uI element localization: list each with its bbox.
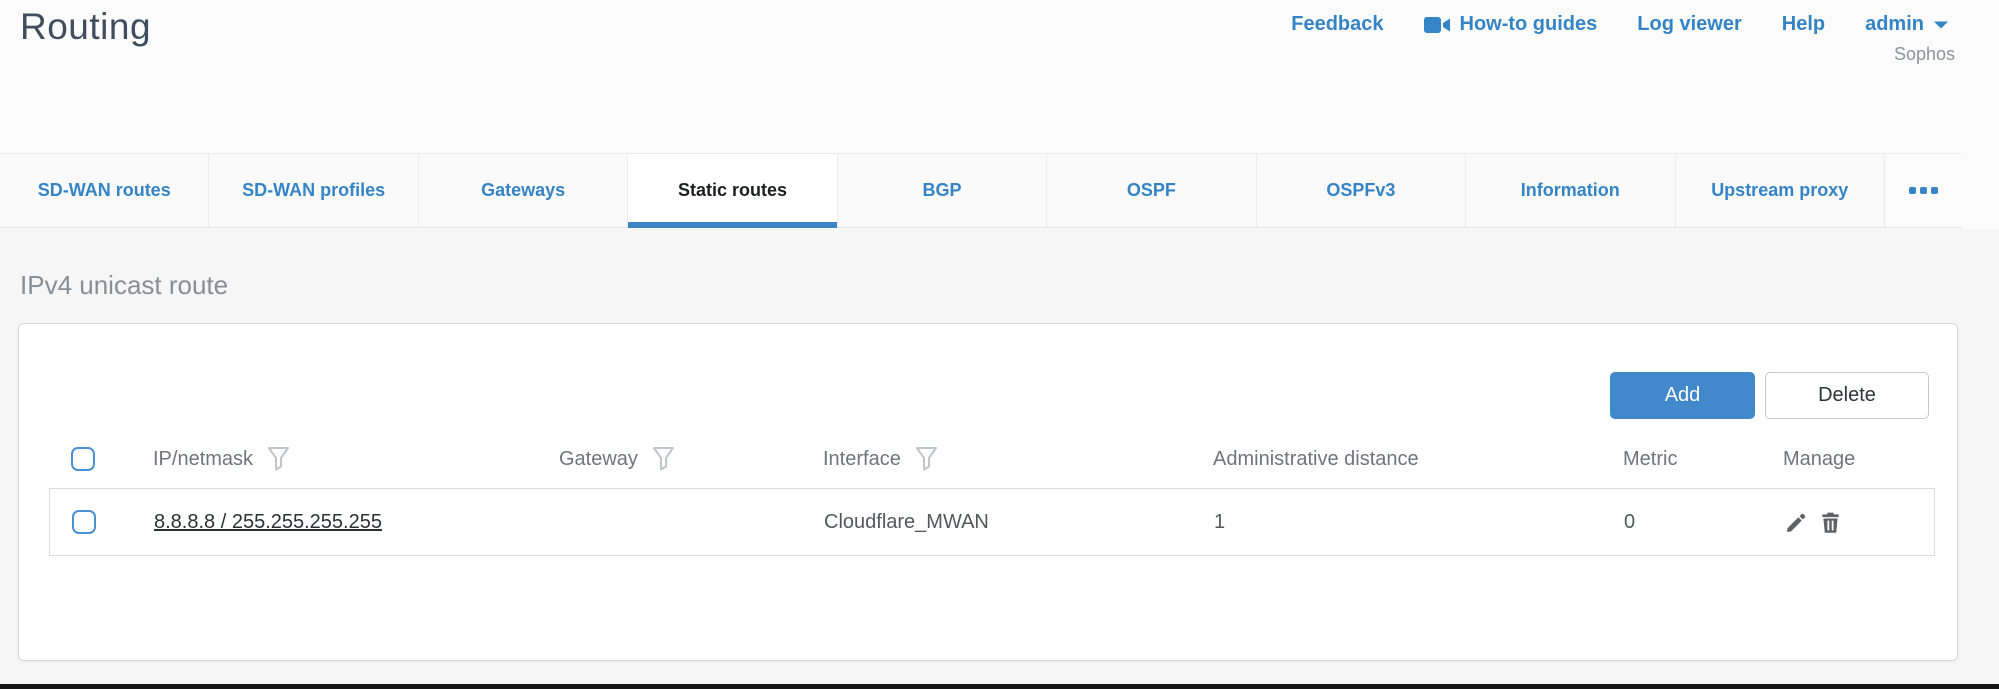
tab-static-routes[interactable]: Static routes: [628, 154, 837, 227]
table-header-row: IP/netmask Gateway Interface: [49, 431, 1935, 487]
filter-icon[interactable]: [652, 446, 675, 472]
help-label: Help: [1782, 13, 1825, 36]
log-viewer-link[interactable]: Log viewer: [1637, 13, 1741, 36]
more-tabs-icon: [1920, 187, 1927, 194]
tab-upstream-proxy[interactable]: Upstream proxy: [1676, 154, 1885, 227]
header-links: Feedback How-to guides Log viewer Help a…: [1291, 13, 1949, 36]
feedback-link-label: Feedback: [1291, 13, 1383, 36]
route-ip-netmask-link[interactable]: 8.8.8.8 / 255.255.255.255: [154, 511, 382, 533]
tab-bgp[interactable]: BGP: [838, 154, 1047, 227]
column-header-manage: Manage: [1783, 448, 1855, 471]
admin-menu-label: admin: [1865, 13, 1924, 36]
routing-tab-bar: SD-WAN routes SD-WAN profiles Gateways S…: [0, 153, 1962, 228]
route-administrative-distance-value: 1: [1214, 511, 1225, 533]
admin-user-menu[interactable]: admin: [1865, 13, 1949, 36]
delete-button[interactable]: Delete: [1765, 372, 1929, 419]
column-header-administrative-distance: Administrative distance: [1213, 448, 1419, 471]
column-header-metric: Metric: [1623, 448, 1677, 471]
page-title: Routing: [20, 6, 151, 48]
tab-sdwan-routes[interactable]: SD-WAN routes: [0, 154, 209, 227]
edit-pencil-icon[interactable]: [1784, 510, 1809, 535]
table-row: 8.8.8.8 / 255.255.255.255 Cloudflare_MWA…: [49, 488, 1935, 556]
how-to-guides-label: How-to guides: [1460, 13, 1598, 36]
help-link[interactable]: Help: [1782, 13, 1825, 36]
top-header: Routing Feedback How-to guides Log viewe…: [0, 0, 1999, 153]
tab-sdwan-profiles[interactable]: SD-WAN profiles: [209, 154, 418, 227]
panel-toolbar: Add Delete: [1610, 372, 1929, 419]
more-tabs-icon: [1909, 187, 1916, 194]
route-interface-value: Cloudflare_MWAN: [824, 511, 989, 533]
how-to-guides-link[interactable]: How-to guides: [1424, 13, 1598, 36]
tab-ospfv3[interactable]: OSPFv3: [1257, 154, 1466, 227]
tab-gateways[interactable]: Gateways: [419, 154, 628, 227]
select-all-checkbox[interactable]: [71, 447, 95, 471]
feedback-link[interactable]: Feedback: [1291, 13, 1383, 36]
video-camera-icon: [1424, 15, 1451, 35]
row-checkbox[interactable]: [72, 510, 96, 534]
filter-icon[interactable]: [915, 446, 938, 472]
column-header-interface: Interface: [823, 448, 901, 471]
caret-down-icon: [1933, 20, 1949, 30]
log-viewer-label: Log viewer: [1637, 13, 1741, 36]
more-tabs-button[interactable]: [1885, 154, 1962, 227]
column-header-gateway: Gateway: [559, 448, 638, 471]
window-bottom-edge: [0, 684, 1999, 689]
section-title: IPv4 unicast route: [20, 270, 228, 301]
ipv4-unicast-route-panel: Add Delete IP/netmask Gateway Interface: [18, 323, 1958, 661]
delete-trash-icon[interactable]: [1818, 510, 1843, 535]
tab-information[interactable]: Information: [1466, 154, 1675, 227]
route-metric-value: 0: [1624, 511, 1635, 533]
add-button[interactable]: Add: [1610, 372, 1755, 419]
brand-label: Sophos: [1894, 44, 1955, 65]
column-header-ip-netmask: IP/netmask: [153, 448, 253, 471]
filter-icon[interactable]: [267, 446, 290, 472]
more-tabs-icon: [1931, 187, 1938, 194]
tab-ospf[interactable]: OSPF: [1047, 154, 1256, 227]
